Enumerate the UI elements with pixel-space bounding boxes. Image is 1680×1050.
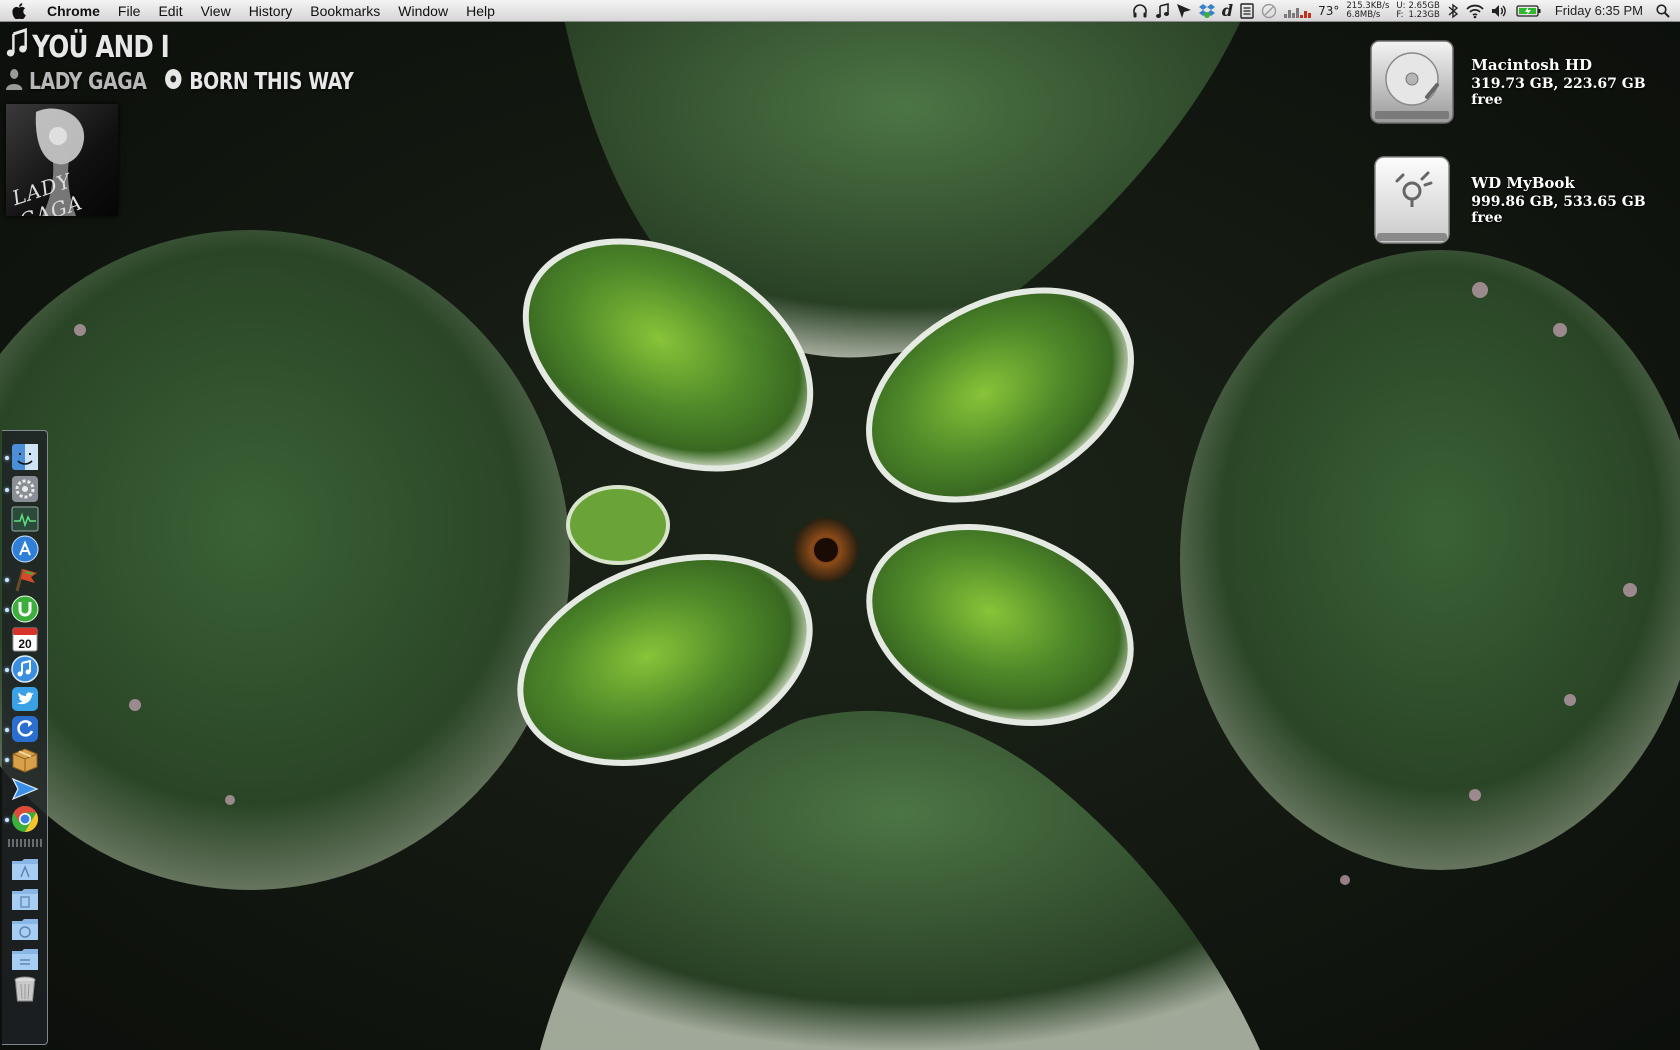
temperature-readout[interactable]: 73° — [1318, 0, 1339, 22]
dictionary-icon[interactable]: d — [1222, 0, 1233, 22]
network-icon[interactable]: 215.3KB/s 6.8MB/s — [1346, 0, 1389, 22]
clock-icon[interactable] — [1261, 0, 1277, 22]
album-cover[interactable]: LADY GAGA — [6, 104, 170, 216]
dock-send-app-icon[interactable] — [10, 774, 40, 804]
volume-icon[interactable] — [1491, 0, 1509, 22]
dock-separator — [8, 839, 44, 847]
dock-sync-app-icon[interactable] — [10, 714, 40, 744]
artist-name: LADY GAGA — [28, 69, 147, 95]
menu-view[interactable]: View — [192, 0, 240, 22]
drive-capacity: 319.73 GB, 223.67 GB free — [1471, 76, 1646, 108]
dock-activity-monitor-icon[interactable] — [10, 504, 40, 534]
dock-utorrent-icon[interactable] — [10, 594, 40, 624]
calendar-day: 20 — [18, 637, 32, 651]
bluetooth-icon[interactable] — [1447, 0, 1459, 22]
memory-readout[interactable]: U: F: 2.65GB 1.23GB — [1396, 0, 1439, 22]
dock-itunes-icon[interactable] — [10, 654, 40, 684]
menu-app-name[interactable]: Chrome — [38, 0, 109, 22]
music-note-icon[interactable] — [1155, 0, 1169, 22]
network-down-readout: 6.8MB/s — [1346, 9, 1381, 20]
artist-icon — [6, 68, 23, 96]
menu-file[interactable]: File — [109, 0, 150, 22]
running-indicator — [5, 758, 9, 762]
dock-chrome-icon[interactable] — [10, 804, 40, 834]
running-indicator — [5, 488, 9, 492]
mem-free-value: 1.23GB — [1408, 9, 1440, 20]
menubar-clock[interactable]: Friday 6:35 PM — [1549, 3, 1649, 18]
menu-history[interactable]: History — [240, 0, 302, 22]
spotlight-icon[interactable] — [1656, 0, 1670, 22]
dock-finder-icon[interactable] — [10, 442, 40, 472]
album-disc-icon — [165, 68, 183, 96]
dock-system-preferences-icon[interactable] — [10, 474, 40, 504]
drive-name: WD MyBook — [1471, 174, 1575, 192]
menu-window[interactable]: Window — [389, 0, 457, 22]
notes-icon[interactable] — [1240, 0, 1254, 22]
headphones-icon[interactable] — [1132, 0, 1148, 22]
music-note-icon — [6, 28, 27, 66]
menu-help[interactable]: Help — [457, 0, 504, 22]
cpu-bars-icon[interactable] — [1284, 0, 1312, 22]
dock: 20 — [2, 430, 48, 1045]
dock-archive-app-icon[interactable] — [10, 744, 40, 774]
dock-stack-folder-icon[interactable] — [10, 944, 40, 974]
wifi-icon[interactable] — [1466, 0, 1484, 22]
menu-edit[interactable]: Edit — [149, 0, 191, 22]
running-indicator — [5, 608, 9, 612]
running-indicator — [5, 668, 9, 672]
dock-downloads-folder-icon[interactable] — [10, 914, 40, 944]
cursor-icon[interactable] — [1176, 0, 1192, 22]
running-indicator — [5, 728, 9, 732]
running-indicator — [5, 818, 9, 822]
status-menus: d 73° 215.3KB/s 6.8MB/s U: F: 2.65GB 1.2… — [1132, 0, 1680, 22]
running-indicator — [5, 578, 9, 582]
dock-documents-folder-icon[interactable] — [10, 884, 40, 914]
now-playing-widget: YOÜ AND I LADY GAGA BORN THIS WAY LADY G… — [6, 28, 430, 216]
battery-icon[interactable] — [1516, 0, 1542, 22]
drive-name: Macintosh HD — [1471, 56, 1593, 74]
dropbox-icon[interactable] — [1198, 0, 1215, 22]
album-sleeve: LADY GAGA — [6, 104, 118, 216]
menu-bar: Chrome File Edit View History Bookmarks … — [0, 0, 1680, 22]
dock-flag-app-icon[interactable] — [10, 564, 40, 594]
dock-app-store-icon[interactable] — [10, 534, 40, 564]
mem-free-label: F: — [1396, 9, 1404, 20]
drive-wd-mybook[interactable]: WD MyBook 999.86 GB, 533.65 GB free — [1366, 154, 1680, 246]
running-indicator — [5, 456, 9, 460]
dock-applications-folder-icon[interactable] — [10, 854, 40, 884]
dock-twitter-icon[interactable] — [10, 684, 40, 714]
song-title: YOÜ AND I — [32, 29, 170, 65]
drive-macintosh-hd[interactable]: Macintosh HD 319.73 GB, 223.67 GB free — [1366, 36, 1680, 128]
apple-menu-icon[interactable] — [0, 2, 38, 19]
album-name: BORN THIS WAY — [189, 69, 354, 95]
hard-drive-icon[interactable] — [1366, 36, 1457, 128]
firewire-drive-icon[interactable] — [1366, 154, 1457, 246]
drive-capacity: 999.86 GB, 533.65 GB free — [1471, 194, 1646, 226]
menu-bookmarks[interactable]: Bookmarks — [301, 0, 389, 22]
dock-ical-icon[interactable]: 20 — [10, 624, 40, 654]
dock-trash-icon[interactable] — [10, 974, 40, 1004]
